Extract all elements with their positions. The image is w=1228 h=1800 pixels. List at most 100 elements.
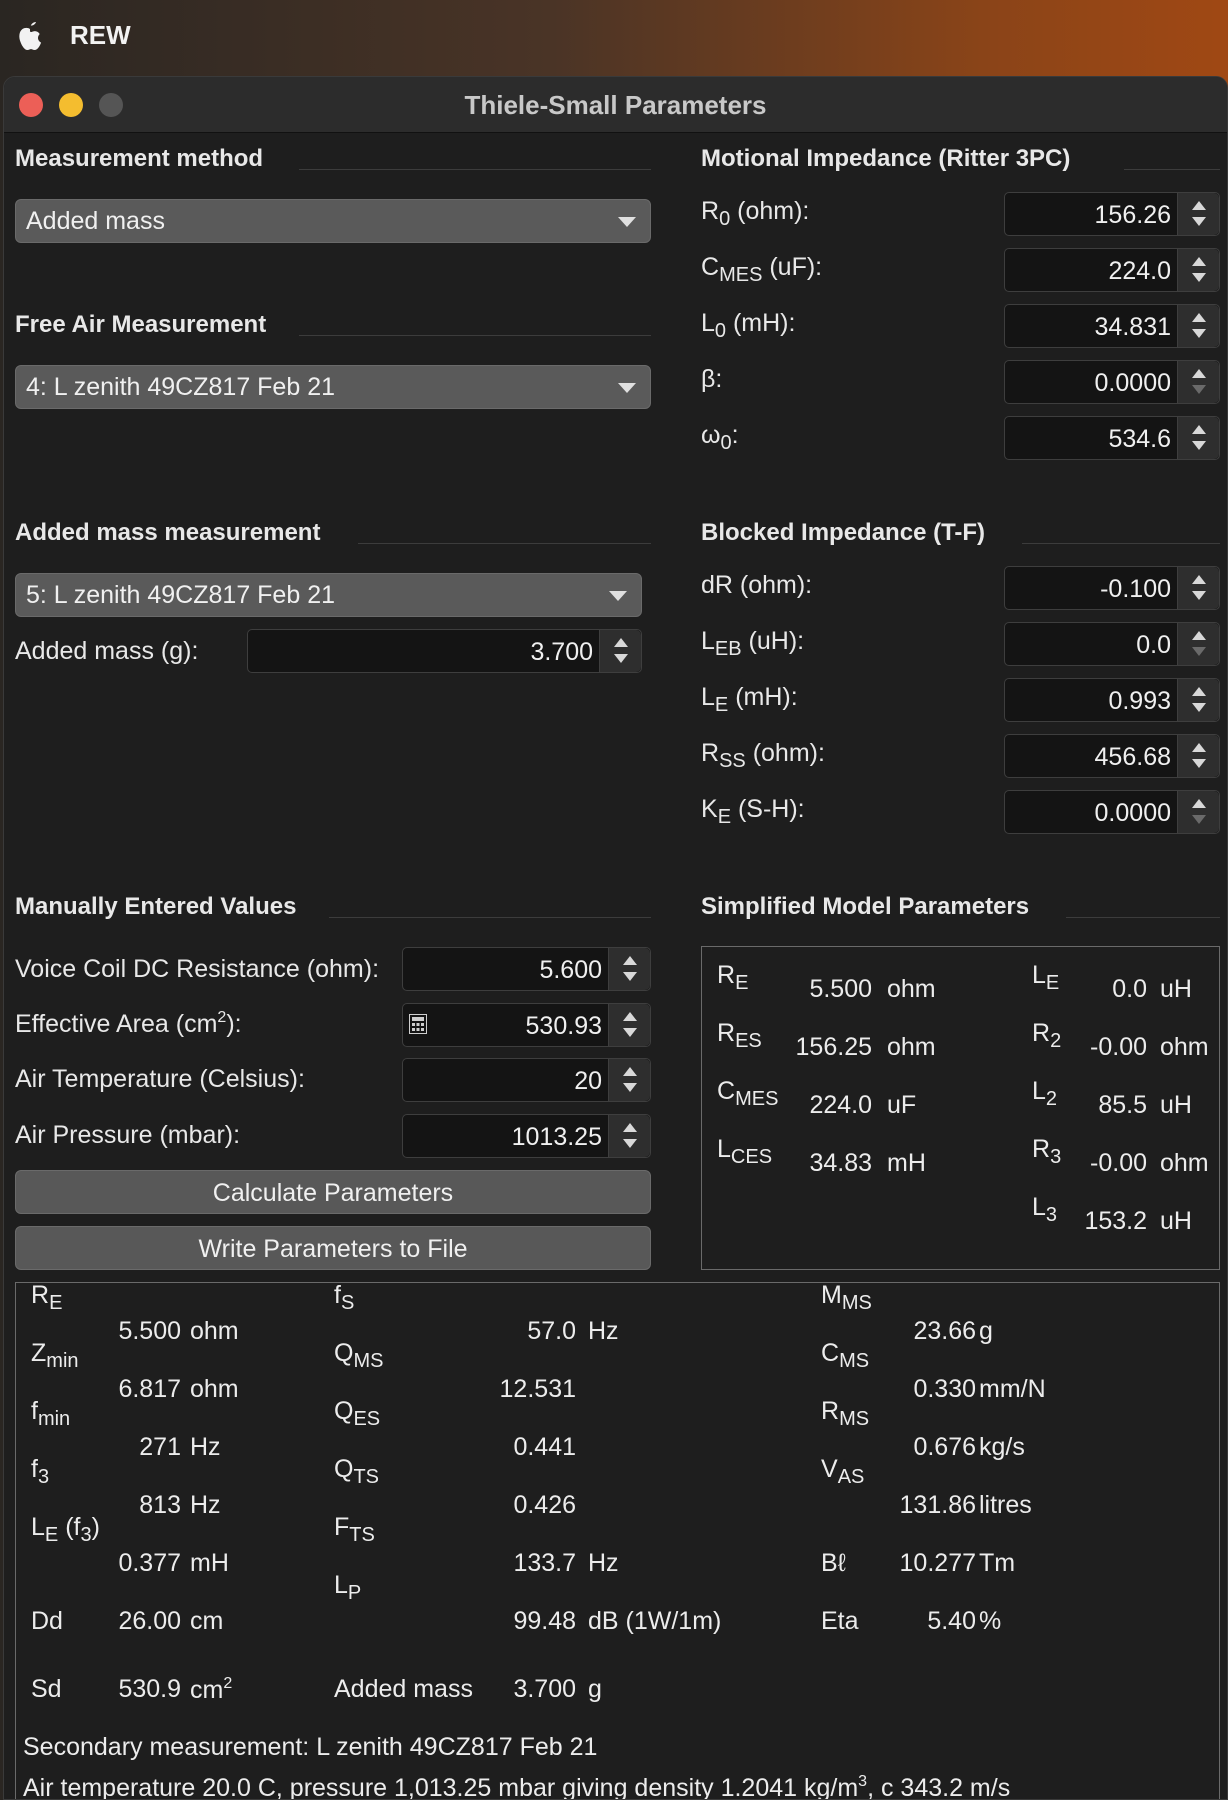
stepper-down-icon[interactable]	[623, 1139, 637, 1148]
motional-subscript: 0	[714, 320, 727, 342]
added-mass-spinner[interactable]: 3.700	[247, 629, 642, 673]
stepper-arrows[interactable]	[1177, 567, 1219, 609]
stepper-arrows[interactable]	[608, 1004, 650, 1046]
calculate-parameters-button[interactable]: Calculate Parameters	[15, 1170, 651, 1214]
stepper-arrows[interactable]	[1177, 361, 1219, 403]
stepper-up-icon[interactable]	[1192, 575, 1206, 584]
stepper-up-icon[interactable]	[623, 1123, 637, 1132]
result-value: 6.817	[118, 1375, 181, 1403]
stepper-arrows[interactable]	[1177, 417, 1219, 459]
motional-input-3[interactable]: 0.0000	[1095, 369, 1171, 398]
motional-spinner-1[interactable]: 224.0	[1004, 248, 1220, 292]
stepper-up-icon[interactable]	[1192, 687, 1206, 696]
blocked-spinner-1[interactable]: 0.0	[1004, 622, 1220, 666]
air-pressure-spinner[interactable]: 1013.25	[402, 1114, 651, 1158]
apple-logo-icon[interactable]	[14, 18, 46, 54]
blocked-input-3[interactable]: 456.68	[1095, 743, 1171, 772]
stepper-arrows[interactable]	[1177, 193, 1219, 235]
stepper-up-icon[interactable]	[1192, 313, 1206, 322]
write-parameters-button[interactable]: Write Parameters to File	[15, 1226, 651, 1270]
motional-label-1: CMES (uF):	[701, 253, 822, 287]
stepper-up-icon[interactable]	[623, 1012, 637, 1021]
added-mass-input[interactable]: 3.700	[530, 638, 593, 667]
stepper-up-icon[interactable]	[1192, 257, 1206, 266]
stepper-up-icon[interactable]	[1192, 425, 1206, 434]
effective-area-label-end: ):	[226, 1010, 242, 1038]
result-unit: %	[979, 1607, 1001, 1636]
motional-spinner-2[interactable]: 34.831	[1004, 304, 1220, 348]
stepper-down-icon[interactable]	[1192, 217, 1206, 226]
motional-spinner-4[interactable]: 534.6	[1004, 416, 1220, 460]
stepper-down-icon[interactable]	[1192, 273, 1206, 282]
motional-input-0[interactable]: 156.26	[1095, 201, 1171, 230]
stepper-up-icon[interactable]	[623, 1067, 637, 1076]
free-air-dropdown[interactable]: 4: L zenith 49CZ817 Feb 21	[15, 365, 651, 409]
stepper-up-icon[interactable]	[623, 956, 637, 965]
stepper-up-icon[interactable]	[1192, 631, 1206, 640]
stepper-down-icon[interactable]	[1192, 759, 1206, 768]
app-name-menu[interactable]: REW	[70, 20, 131, 51]
result-symbol: LE (f3)	[31, 1513, 100, 1547]
effective-area-spinner[interactable]: 530.93	[402, 1003, 651, 1047]
motional-input-4[interactable]: 534.6	[1108, 425, 1171, 454]
simplified-symbol-main: R	[717, 961, 736, 989]
stepper-arrows[interactable]	[1177, 679, 1219, 721]
blocked-input-2[interactable]: 0.993	[1108, 687, 1171, 716]
stepper-down-icon[interactable]	[1192, 385, 1206, 394]
stepper-down-icon[interactable]	[1192, 647, 1206, 656]
stepper-up-icon[interactable]	[614, 638, 628, 647]
stepper-down-icon[interactable]	[1192, 703, 1206, 712]
simplified-symbol: LE	[1032, 961, 1059, 995]
blocked-input-4[interactable]: 0.0000	[1095, 799, 1171, 828]
blocked-input-1[interactable]: 0.0	[1136, 631, 1171, 660]
stepper-down-icon[interactable]	[614, 654, 628, 663]
blocked-spinner-0[interactable]: -0.100	[1004, 566, 1220, 610]
stepper-arrows[interactable]	[1177, 735, 1219, 777]
stepper-down-icon[interactable]	[623, 1028, 637, 1037]
result-unit-text: g	[979, 1317, 993, 1345]
stepper-arrows[interactable]	[1177, 249, 1219, 291]
motional-spinner-3[interactable]: 0.0000	[1004, 360, 1220, 404]
calculator-icon[interactable]	[409, 1014, 427, 1034]
result-value: 57.0	[527, 1317, 576, 1345]
blocked-spinner-4[interactable]: 0.0000	[1004, 790, 1220, 834]
stepper-up-icon[interactable]	[1192, 799, 1206, 808]
motional-input-1[interactable]: 224.0	[1108, 257, 1171, 286]
stepper-arrows[interactable]	[608, 1115, 650, 1157]
simplified-symbol-main: R	[1032, 1135, 1051, 1163]
result-symbol: VAS	[821, 1455, 864, 1489]
stepper-down-icon[interactable]	[1192, 329, 1206, 338]
result-symbol: LP	[334, 1571, 361, 1605]
stepper-down-icon[interactable]	[1192, 591, 1206, 600]
result-value: 133.7	[513, 1549, 576, 1577]
motional-input-2[interactable]: 34.831	[1095, 313, 1171, 342]
motional-label-2: L0 (mH):	[701, 309, 795, 343]
stepper-up-icon[interactable]	[1192, 201, 1206, 210]
stepper-arrows[interactable]	[599, 630, 641, 672]
motional-spinner-0[interactable]: 156.26	[1004, 192, 1220, 236]
air-temperature-input[interactable]: 20	[574, 1067, 602, 1096]
stepper-up-icon[interactable]	[1192, 743, 1206, 752]
stepper-down-icon[interactable]	[623, 1083, 637, 1092]
blocked-spinner-3[interactable]: 456.68	[1004, 734, 1220, 778]
added-mass-dropdown[interactable]: 5: L zenith 49CZ817 Feb 21	[15, 573, 642, 617]
section-divider	[299, 335, 651, 336]
stepper-down-icon[interactable]	[623, 972, 637, 981]
stepper-arrows[interactable]	[1177, 305, 1219, 347]
blocked-input-0[interactable]: -0.100	[1100, 575, 1171, 604]
stepper-arrows[interactable]	[608, 948, 650, 990]
air-temperature-spinner[interactable]: 20	[402, 1058, 651, 1102]
air-pressure-input[interactable]: 1013.25	[512, 1123, 602, 1152]
blocked-spinner-2[interactable]: 0.993	[1004, 678, 1220, 722]
voice-coil-resistance-input[interactable]: 5.600	[539, 956, 602, 985]
stepper-arrows[interactable]	[608, 1059, 650, 1101]
stepper-arrows[interactable]	[1177, 623, 1219, 665]
stepper-down-icon[interactable]	[1192, 815, 1206, 824]
stepper-down-icon[interactable]	[1192, 441, 1206, 450]
stepper-arrows[interactable]	[1177, 791, 1219, 833]
stepper-up-icon[interactable]	[1192, 369, 1206, 378]
effective-area-input[interactable]: 530.93	[526, 1012, 602, 1041]
measurement-method-dropdown[interactable]: Added mass	[15, 199, 651, 243]
voice-coil-resistance-spinner[interactable]: 5.600	[402, 947, 651, 991]
result-symbol-main: L	[31, 1513, 45, 1541]
